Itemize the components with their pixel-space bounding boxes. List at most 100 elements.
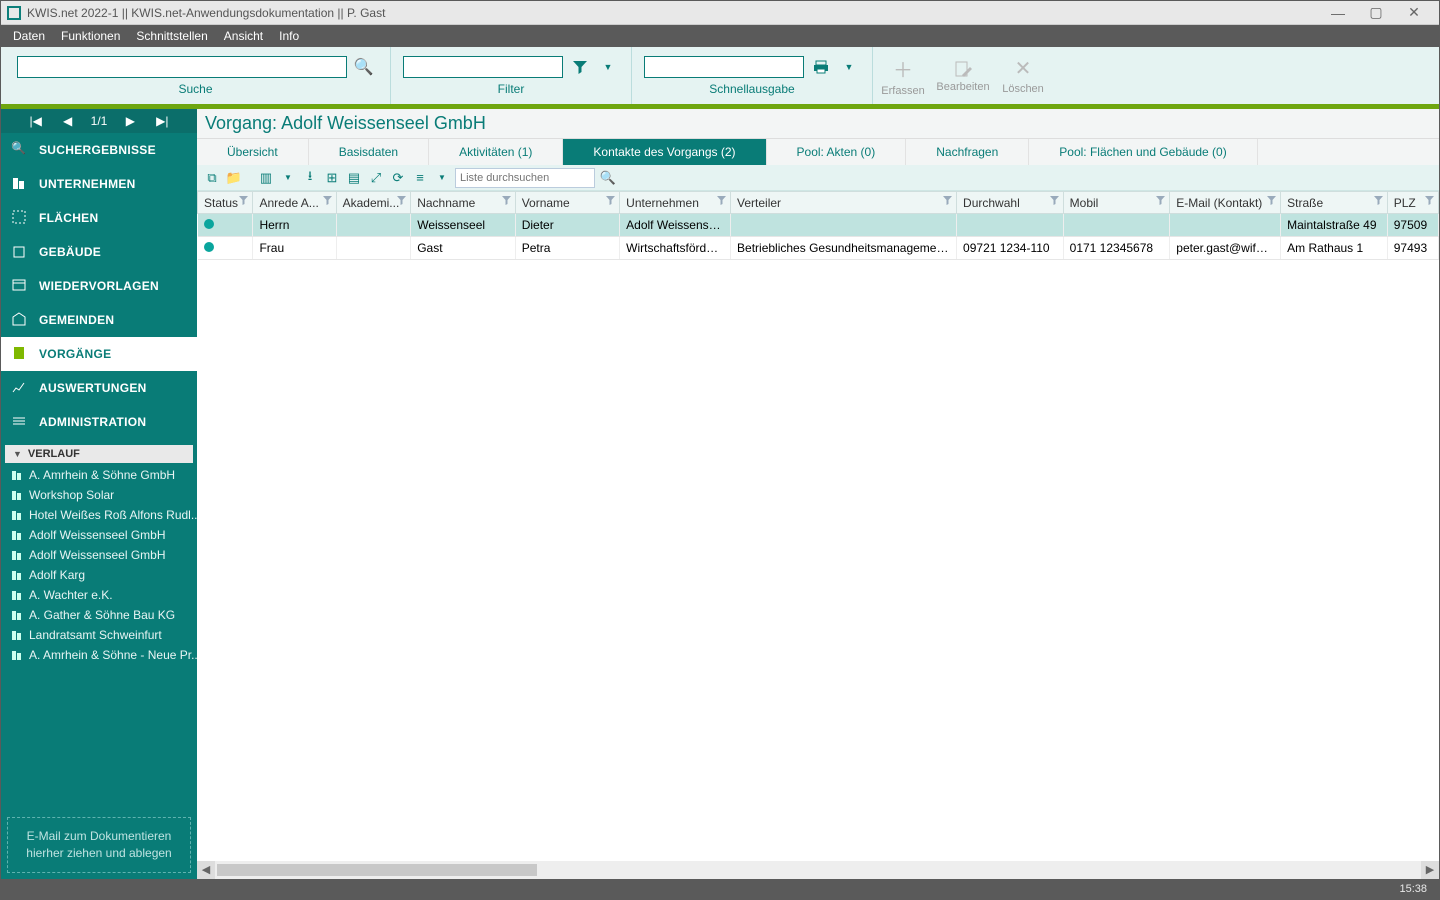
scroll-left-icon[interactable]: ◀ — [197, 861, 215, 879]
column-header[interactable]: Nachname — [411, 192, 515, 214]
column-filter-icon[interactable] — [502, 196, 511, 205]
column-filter-icon[interactable] — [1374, 196, 1383, 205]
grid-search-icon[interactable]: 🔍 — [599, 169, 617, 187]
column-header[interactable]: Unternehmen — [620, 192, 731, 214]
history-header[interactable]: VERLAUF — [5, 445, 193, 463]
column-header[interactable]: Mobil — [1063, 192, 1170, 214]
filter-input[interactable] — [403, 56, 563, 78]
folder-icon[interactable]: 📁 — [225, 169, 243, 187]
menu-ansicht[interactable]: Ansicht — [216, 25, 271, 47]
quickoutput-dropdown-icon[interactable]: ▼ — [838, 56, 860, 78]
sidebar-item-auswertungen[interactable]: AUSWERTUNGEN — [1, 371, 197, 405]
nav-last-icon[interactable]: ▶| — [153, 114, 171, 128]
table-cell: Wirtschaftsförder... — [620, 237, 731, 260]
horizontal-scrollbar[interactable]: ◀ ▶ — [197, 861, 1439, 879]
table-row[interactable]: HerrnWeissenseelDieterAdolf Weissense...… — [198, 214, 1439, 237]
scroll-right-icon[interactable]: ▶ — [1421, 861, 1439, 879]
scroll-thumb[interactable] — [217, 864, 537, 876]
tab-basisdaten[interactable]: Basisdaten — [309, 139, 429, 165]
history-item[interactable]: A. Amrhein & Söhne GmbH — [1, 465, 197, 485]
history-item[interactable]: Adolf Weissenseel GmbH — [1, 545, 197, 565]
sidebar-item-flaechen[interactable]: FLÄCHEN — [1, 201, 197, 235]
expand-icon[interactable]: ⤢ — [367, 169, 385, 187]
column-header[interactable]: Durchwahl — [957, 192, 1064, 214]
column-filter-icon[interactable] — [1267, 196, 1276, 205]
menu-schnittstellen[interactable]: Schnittstellen — [128, 25, 215, 47]
admin-icon — [11, 413, 29, 431]
column-filter-icon[interactable] — [943, 196, 952, 205]
sidebar-item-unternehmen[interactable]: UNTERNEHMEN — [1, 167, 197, 201]
layout-icon[interactable]: ▤ — [345, 169, 363, 187]
erfassen-button[interactable]: ＋ Erfassen — [873, 47, 933, 104]
history-item[interactable]: A. Amrhein & Söhne - Neue Pr... — [1, 645, 197, 665]
column-header[interactable]: Vorname — [515, 192, 619, 214]
excel-export-icon[interactable]: ⊞ — [323, 169, 341, 187]
column-filter-icon[interactable] — [1156, 196, 1165, 205]
history-item[interactable]: Hotel Weißes Roß Alfons Rudl... — [1, 505, 197, 525]
bearbeiten-button[interactable]: Bearbeiten — [933, 47, 993, 104]
list-dropdown-icon[interactable]: ▼ — [433, 169, 451, 187]
column-header[interactable]: Verteiler — [731, 192, 957, 214]
sidebar-item-wiedervorlagen[interactable]: WIEDERVORLAGEN — [1, 269, 197, 303]
column-header[interactable]: Anrede A... — [253, 192, 336, 214]
column-filter-icon[interactable] — [323, 196, 332, 205]
columns-icon[interactable]: ▥ — [257, 169, 275, 187]
resubmission-icon — [11, 277, 29, 295]
menu-funktionen[interactable]: Funktionen — [53, 25, 128, 47]
tab-nachfragen[interactable]: Nachfragen — [906, 139, 1029, 165]
column-filter-icon[interactable] — [606, 196, 615, 205]
refresh-icon[interactable]: ⟳ — [389, 169, 407, 187]
column-header[interactable]: PLZ — [1387, 192, 1438, 214]
tab-kontakte[interactable]: Kontakte des Vorgangs (2) — [563, 139, 766, 165]
sidebar-item-gebaeude[interactable]: GEBÄUDE — [1, 235, 197, 269]
search-icon[interactable]: 🔍 — [353, 56, 375, 78]
columns-dropdown-icon[interactable]: ▼ — [279, 169, 297, 187]
sidebar-item-suchergebnisse[interactable]: 🔍 SUCHERGEBNISSE — [1, 133, 197, 167]
grid-search-input[interactable] — [455, 168, 595, 188]
tab-aktivitaeten[interactable]: Aktivitäten (1) — [429, 139, 563, 165]
tab-pool-flaechen[interactable]: Pool: Flächen und Gebäude (0) — [1029, 139, 1257, 165]
history-item[interactable]: Landratsamt Schweinfurt — [1, 625, 197, 645]
nav-first-icon[interactable]: |◀ — [27, 114, 45, 128]
close-button[interactable]: ✕ — [1395, 4, 1433, 21]
history-item[interactable]: Adolf Karg — [1, 565, 197, 585]
column-filter-icon[interactable] — [717, 196, 726, 205]
tab-uebersicht[interactable]: Übersicht — [197, 139, 309, 165]
menu-daten[interactable]: Daten — [5, 25, 53, 47]
filter-icon[interactable] — [569, 56, 591, 78]
filter-dropdown-icon[interactable]: ▼ — [597, 56, 619, 78]
minimize-button[interactable]: — — [1319, 5, 1357, 21]
nav-next-icon[interactable]: ▶ — [121, 114, 139, 128]
column-header[interactable]: Akademi... — [336, 192, 411, 214]
quickoutput-input[interactable] — [644, 56, 804, 78]
column-filter-icon[interactable] — [239, 196, 248, 205]
history-item-label: A. Gather & Söhne Bau KG — [29, 608, 175, 622]
export-down-icon[interactable]: ⭳ — [301, 169, 319, 187]
column-filter-icon[interactable] — [1425, 196, 1434, 205]
history-item-icon — [11, 649, 23, 661]
history-item[interactable]: A. Wachter e.K. — [1, 585, 197, 605]
column-header[interactable]: E-Mail (Kontakt) — [1170, 192, 1281, 214]
copy-icon[interactable]: ⧉ — [203, 169, 221, 187]
tab-pool-akten[interactable]: Pool: Akten (0) — [767, 139, 907, 165]
search-input[interactable] — [17, 56, 347, 78]
menu-info[interactable]: Info — [271, 25, 307, 47]
history-item[interactable]: Workshop Solar — [1, 485, 197, 505]
column-filter-icon[interactable] — [1050, 196, 1059, 205]
history-item[interactable]: A. Gather & Söhne Bau KG — [1, 605, 197, 625]
sidebar-item-administration[interactable]: ADMINISTRATION — [1, 405, 197, 439]
edit-icon — [953, 59, 973, 79]
column-header[interactable]: Straße — [1281, 192, 1388, 214]
column-filter-icon[interactable] — [397, 196, 406, 205]
history-item[interactable]: Adolf Weissenseel GmbH — [1, 525, 197, 545]
print-icon[interactable] — [810, 56, 832, 78]
table-row[interactable]: FrauGastPetraWirtschaftsförder...Betrieb… — [198, 237, 1439, 260]
nav-prev-icon[interactable]: ◀ — [59, 114, 77, 128]
sidebar-item-vorgaenge[interactable]: VORGÄNGE — [1, 337, 197, 371]
column-header[interactable]: Status — [198, 192, 253, 214]
maximize-button[interactable]: ▢ — [1357, 4, 1395, 21]
list-icon[interactable]: ≡ — [411, 169, 429, 187]
loeschen-button[interactable]: ✕ Löschen — [993, 47, 1053, 104]
sidebar-item-gemeinden[interactable]: GEMEINDEN — [1, 303, 197, 337]
email-dropzone[interactable]: E-Mail zum Dokumentieren hierher ziehen … — [7, 817, 191, 873]
